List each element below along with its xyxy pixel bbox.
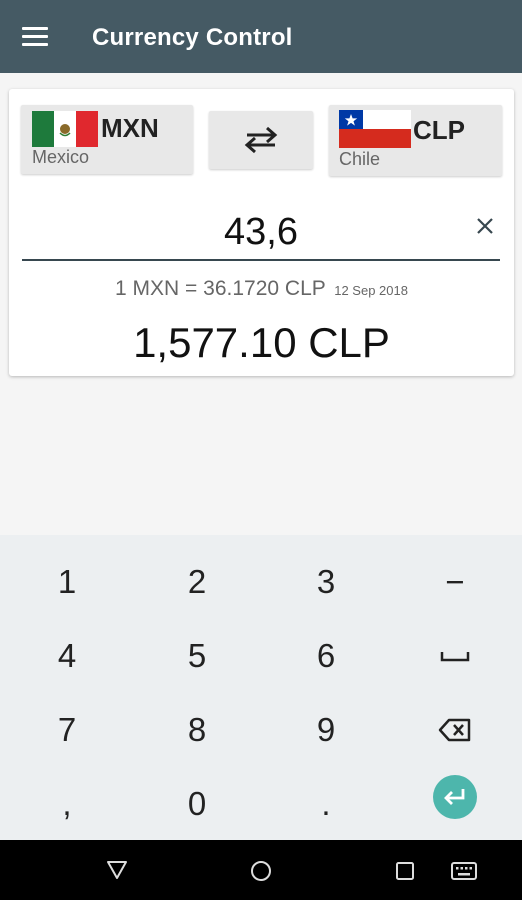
enter-button[interactable] [390,760,520,834]
key-7[interactable]: 7 [2,693,132,767]
key-comma[interactable]: , [2,767,132,841]
home-icon[interactable] [250,860,272,882]
exchange-rate-text: 1 MXN = 36.1720 CLP [115,277,326,300]
key-5[interactable]: 5 [132,619,262,693]
recent-apps-icon[interactable] [395,861,415,881]
from-currency-code: MXN [101,113,159,143]
back-icon[interactable] [106,860,128,880]
to-currency-button[interactable]: CLP Chile [329,105,502,176]
amount-input[interactable] [22,199,500,261]
key-2[interactable]: 2 [132,545,262,619]
conversion-card: MXN Mexico CLP Chile 1 MXN = 36.1720 CLP… [9,89,514,376]
from-currency-name: Mexico [32,147,90,167]
enter-circle [433,775,477,819]
key-backspace[interactable] [390,693,520,767]
key-6[interactable]: 6 [261,619,391,693]
hamburger-menu-icon[interactable] [22,27,48,47]
key-space[interactable] [390,619,520,693]
converted-result: 1,577.10 CLP [133,319,390,366]
enter-arrow-icon [444,789,465,805]
keyboard-switch-icon[interactable] [451,862,477,880]
swap-currencies-button[interactable] [209,111,313,169]
key-3[interactable]: 3 [261,545,391,619]
key-minus[interactable]: − [390,545,520,619]
app-bar: Currency Control [0,0,522,73]
exchange-rate-line: 1 MXN = 36.1720 CLP 12 Sep 2018 [9,277,514,301]
chile-flag-icon [339,110,411,148]
key-1[interactable]: 1 [2,545,132,619]
to-currency-code: CLP [413,115,465,145]
clear-icon[interactable] [474,215,496,237]
mexico-flag-icon [32,111,98,147]
key-period[interactable]: . [261,767,391,841]
swap-arrows-icon [244,126,278,154]
space-bar-icon [440,652,470,662]
key-9[interactable]: 9 [261,693,391,767]
numeric-keyboard: 1 2 3 − 4 5 6 7 8 9 , 0 . [0,535,522,840]
backspace-icon [438,718,471,742]
key-8[interactable]: 8 [132,693,262,767]
key-4[interactable]: 4 [2,619,132,693]
app-title: Currency Control [92,24,293,51]
exchange-rate-date: 12 Sep 2018 [334,283,408,298]
system-navigation-bar [0,840,522,900]
from-currency-button[interactable]: MXN Mexico [21,105,193,174]
to-currency-name: Chile [339,149,381,169]
key-0[interactable]: 0 [132,767,262,841]
